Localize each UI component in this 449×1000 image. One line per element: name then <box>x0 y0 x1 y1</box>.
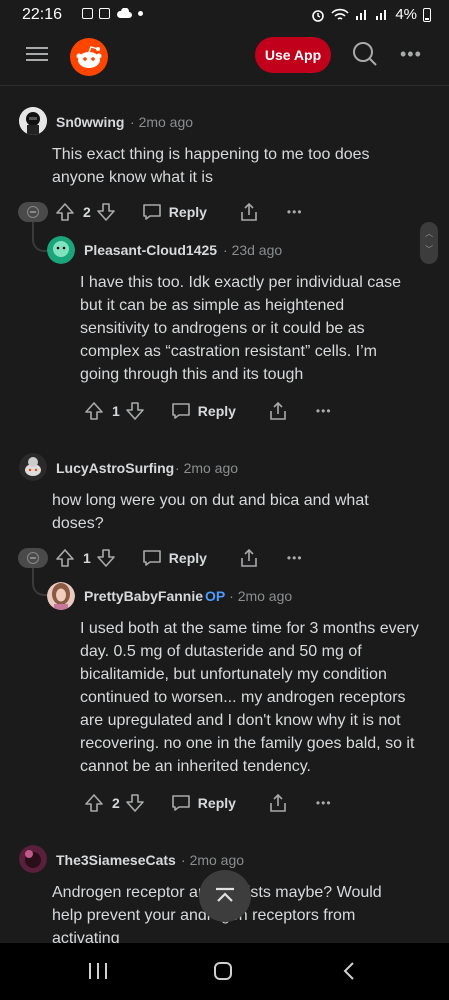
upvote-icon[interactable] <box>55 202 75 222</box>
comment-body: I used both at the same time for 3 month… <box>80 620 419 775</box>
share-icon[interactable] <box>268 793 288 813</box>
avatar[interactable] <box>19 107 47 135</box>
recents-icon[interactable] <box>89 963 107 979</box>
more-options-icon[interactable]: ••• <box>287 551 303 565</box>
reply-label: Reply <box>197 403 236 419</box>
signal-icon <box>356 10 367 20</box>
more-options-icon[interactable]: ••• <box>287 205 303 219</box>
avatar[interactable] <box>47 582 75 610</box>
upvote-icon[interactable] <box>84 793 104 813</box>
comment-author[interactable]: Sn0wwing <box>56 114 124 130</box>
share-icon[interactable] <box>239 202 259 222</box>
battery-percent: 4% <box>395 6 417 23</box>
share-icon[interactable] <box>239 548 259 568</box>
collapse-thread-button[interactable] <box>18 202 48 222</box>
downvote-icon[interactable] <box>125 793 145 813</box>
alarm-icon <box>312 9 325 22</box>
comment-body: how long were you on dut and bica and wh… <box>52 492 369 532</box>
avatar[interactable] <box>47 236 75 264</box>
use-app-button[interactable]: Use App <box>255 37 331 73</box>
scroll-indicator[interactable]: ︿ ﹀ <box>420 222 438 264</box>
avatar[interactable] <box>19 453 47 481</box>
scroll-to-top-button[interactable] <box>199 870 251 922</box>
signal-icon <box>376 10 387 20</box>
cloud-icon <box>117 8 132 18</box>
vote-count: 1 <box>112 403 120 419</box>
system-nav-bar <box>0 943 449 1000</box>
comment-actions: 2 Reply ••• <box>55 199 303 225</box>
status-time: 22:16 <box>22 6 63 23</box>
share-icon[interactable] <box>268 401 288 421</box>
comment-body: I have this too. Idk exactly per individ… <box>80 274 402 383</box>
back-icon[interactable] <box>340 961 360 981</box>
photo-icon <box>99 8 110 19</box>
reply-icon <box>142 204 161 220</box>
scroll-to-top-icon <box>216 887 234 902</box>
op-badge: OP <box>205 588 226 604</box>
dot-icon <box>138 11 143 16</box>
menu-icon[interactable] <box>26 43 48 65</box>
battery-icon <box>423 7 431 22</box>
reply-button[interactable]: Reply <box>171 402 236 420</box>
reply-label: Reply <box>168 550 207 566</box>
status-bar: 22:16 4% <box>0 0 449 30</box>
upvote-icon[interactable] <box>55 548 75 568</box>
downvote-icon[interactable] <box>96 548 116 568</box>
home-icon[interactable] <box>214 962 232 980</box>
more-options-icon[interactable]: ••• <box>316 796 332 810</box>
top-header: Use App ••• <box>0 30 449 86</box>
reply-button[interactable]: Reply <box>171 794 236 812</box>
comment-actions: 2 Reply ••• <box>84 790 332 816</box>
more-options-icon[interactable]: ••• <box>316 404 332 418</box>
comment-time: · 2mo ago <box>130 114 194 130</box>
reply-icon <box>171 795 190 811</box>
comment-time: OP · 2mo ago <box>205 588 293 604</box>
vote-count: 1 <box>83 550 91 566</box>
comment-time: · 23d ago <box>223 242 283 258</box>
reply-label: Reply <box>168 204 207 220</box>
reply-icon <box>142 550 161 566</box>
vote-count: 2 <box>83 204 91 220</box>
comment-actions: 1 Reply ••• <box>55 545 303 571</box>
thread-branch <box>32 580 48 596</box>
gallery-icon <box>82 8 93 19</box>
comment-actions: 1 Reply ••• <box>84 398 332 424</box>
comment-body: This exact thing is happening to me too … <box>52 146 370 186</box>
reddit-logo[interactable] <box>70 38 108 76</box>
comment-author[interactable]: Pleasant-Cloud1425 <box>84 242 217 258</box>
comment-time: · 2mo ago <box>175 460 239 476</box>
more-options-icon[interactable]: ••• <box>400 45 422 63</box>
comment-author[interactable]: PrettyBabyFannie <box>84 588 203 604</box>
collapse-thread-button[interactable] <box>18 548 48 568</box>
avatar[interactable] <box>19 845 47 873</box>
vote-count: 2 <box>112 795 120 811</box>
upvote-icon[interactable] <box>84 401 104 421</box>
reply-button[interactable]: Reply <box>142 203 207 221</box>
downvote-icon[interactable] <box>125 401 145 421</box>
reply-button[interactable]: Reply <box>142 549 207 567</box>
search-icon[interactable] <box>351 40 379 68</box>
reply-label: Reply <box>197 795 236 811</box>
comment-author[interactable]: LucyAstroSurfing <box>56 460 174 476</box>
wifi-icon <box>331 8 349 20</box>
comment-author[interactable]: The3SiameseCats <box>56 852 176 868</box>
downvote-icon[interactable] <box>96 202 116 222</box>
comment-time: · 2mo ago <box>181 852 245 868</box>
thread-branch <box>32 236 48 252</box>
reply-icon <box>171 403 190 419</box>
